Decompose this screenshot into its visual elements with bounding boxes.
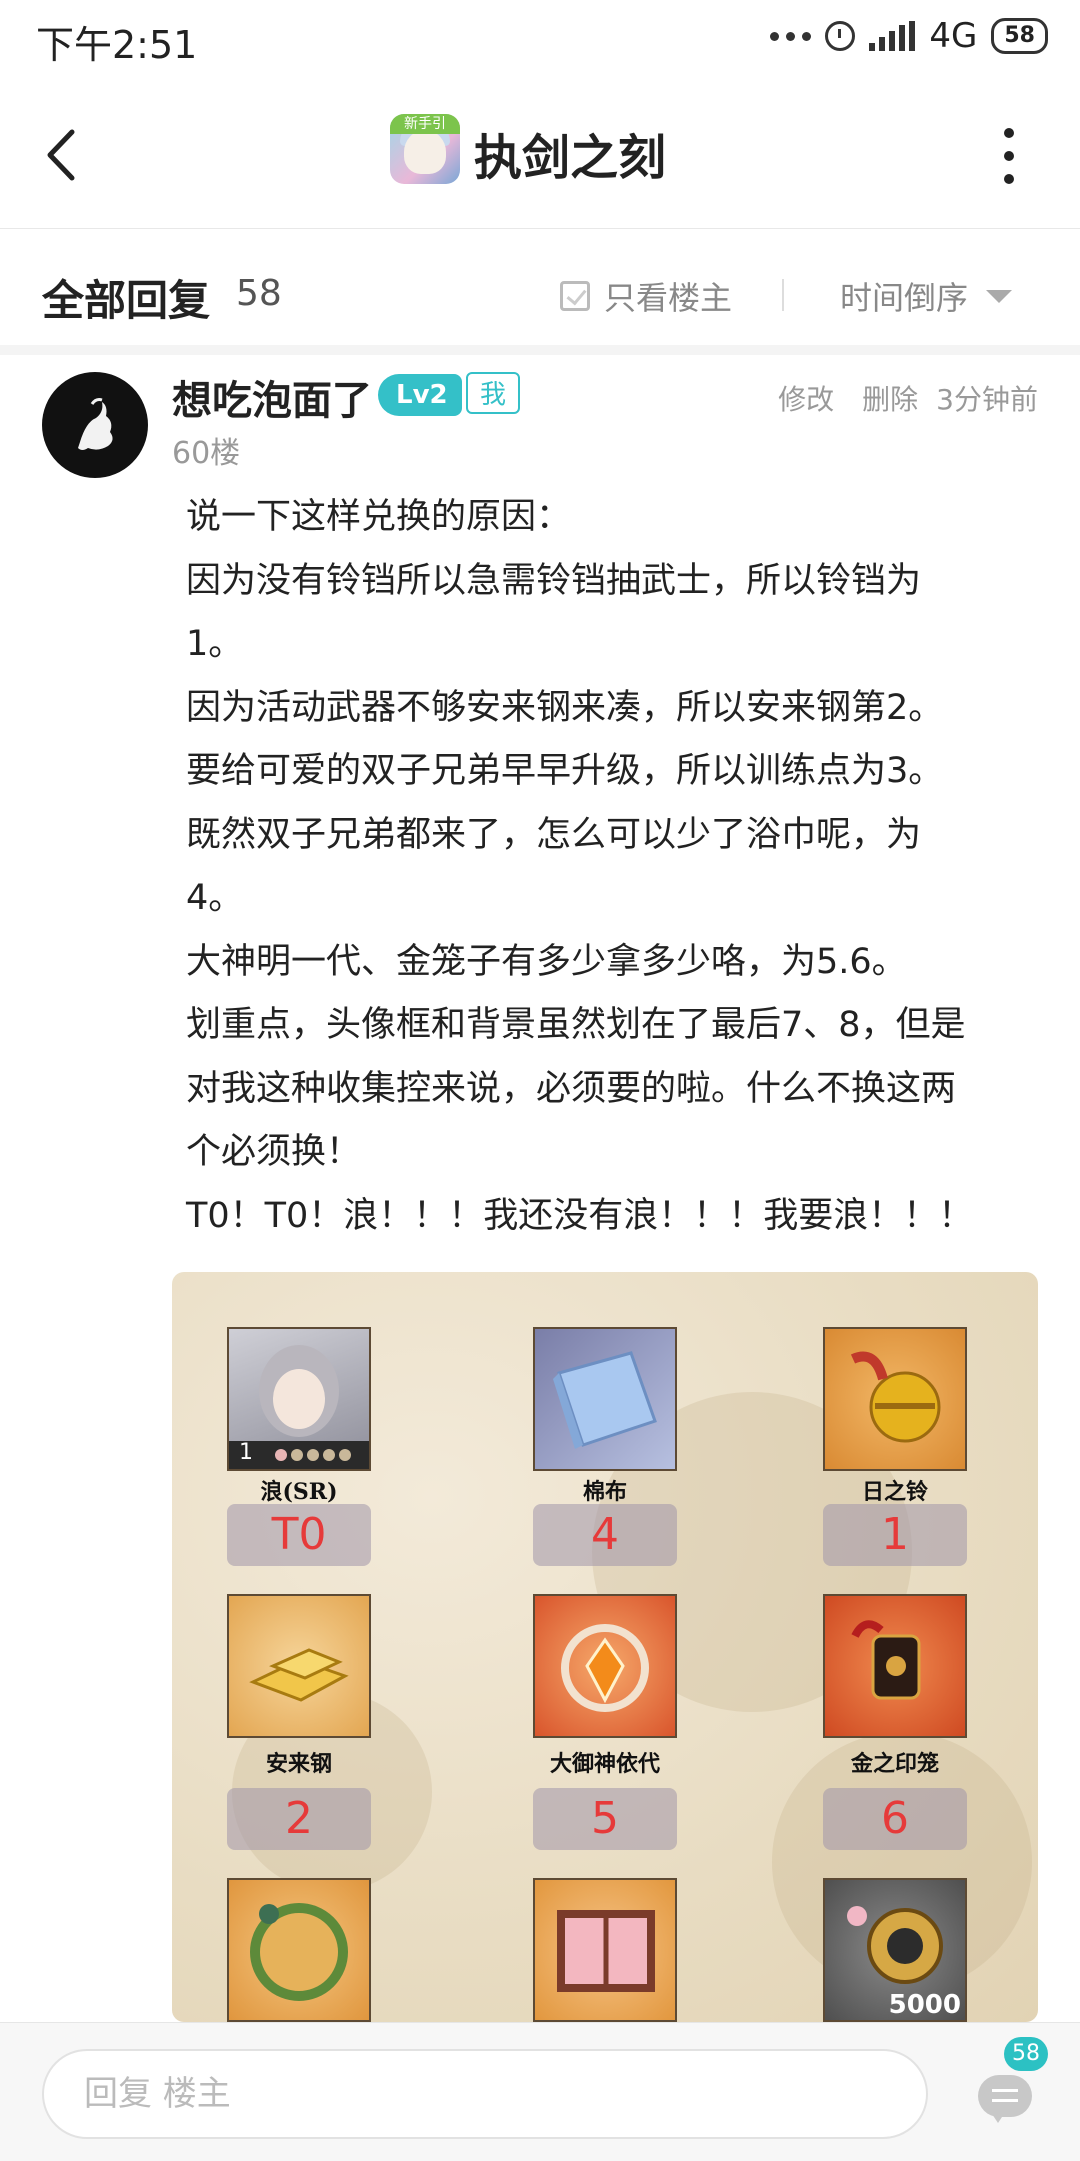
character-portrait-icon: 1 xyxy=(227,1327,371,1471)
level-badge: Lv2 xyxy=(378,374,462,416)
signal-icon xyxy=(869,21,916,51)
inro-case-icon xyxy=(823,1594,967,1738)
item-label: 日之铃 xyxy=(861,1479,928,1505)
post-line: 个必须换！ xyxy=(186,1132,362,1172)
reply-input[interactable]: 回复 楼主 xyxy=(42,2049,928,2139)
comment-icon[interactable] xyxy=(978,2075,1032,2123)
post-line: 4。 xyxy=(186,878,244,918)
reply-filter-bar: 全部回复 58 只看楼主 时间倒序 xyxy=(0,229,1080,355)
item-rank: 1 xyxy=(823,1504,967,1566)
page-title: 执剑之刻 xyxy=(474,130,667,186)
network-type: 4G xyxy=(929,16,978,56)
post-line: 因为活动武器不够安来钢来凑，所以安来钢第2。 xyxy=(186,687,944,728)
edit-button[interactable]: 修改 xyxy=(778,378,834,418)
item-label: 大御神依代 xyxy=(549,1751,660,1777)
app-icon-tag: 新手引 xyxy=(390,114,460,134)
delete-button[interactable]: 删除 xyxy=(862,378,918,418)
post-image[interactable]: 1 浪(SR) T0 棉布 4 日之铃 1 安来钢 2 大御神依代 5 金之印笼… xyxy=(172,1272,1038,2022)
item-quantity: 5000 xyxy=(888,1990,961,2020)
sort-label: 时间倒序 xyxy=(840,279,969,317)
back-icon[interactable] xyxy=(40,126,84,184)
item-label: 浪(SR) xyxy=(260,1479,338,1505)
only-op-label: 只看楼主 xyxy=(604,279,733,317)
more-notifications-icon xyxy=(770,31,812,41)
battery-icon: 58 xyxy=(991,18,1048,54)
post-line: 要给可爱的双子兄弟早早升级，所以训练点为3。 xyxy=(186,751,944,791)
status-icons: 4G 58 xyxy=(770,16,1048,56)
post-line: 既然双子兄弟都来了，怎么可以少了浴巾呢，为 xyxy=(186,814,922,855)
sort-dropdown[interactable]: 时间倒序 xyxy=(840,273,1013,319)
item-rank: 5 xyxy=(533,1788,677,1850)
post-line: 对我这种收集控来说，必须要的啦。什么不换这两 xyxy=(186,1068,957,1109)
post-line: 大神明一代、金笼子有多少拿多少咯，为5.6。 xyxy=(186,941,907,982)
item-rank: 2 xyxy=(227,1788,371,1850)
me-badge: 我 xyxy=(466,372,520,414)
game-app-icon: 新手引 xyxy=(390,114,460,184)
avatar[interactable] xyxy=(42,372,148,478)
app-header: 新手引 执剑之刻 xyxy=(0,80,1080,229)
post-actions: 修改 删除 3分钟前 xyxy=(778,378,1038,418)
window-background-icon xyxy=(533,1878,677,2022)
bell-icon xyxy=(823,1327,967,1471)
post-line: 因为没有铃铛所以急需铃铛抽武士，所以铃铛为 xyxy=(186,560,922,601)
more-options-icon[interactable] xyxy=(1002,128,1016,184)
item-label: 安来钢 xyxy=(265,1751,332,1777)
reply-count: 58 xyxy=(236,273,282,314)
gold-ingot-icon xyxy=(227,1594,371,1738)
checkbox-icon[interactable] xyxy=(560,281,590,311)
post-time: 3分钟前 xyxy=(936,383,1038,416)
post-content: 说一下这样兑换的原因： 因为没有铃铛所以急需铃铛抽武士，所以铃铛为 1。 因为活… xyxy=(186,486,1036,1248)
only-op-toggle[interactable]: 只看楼主 xyxy=(560,273,732,319)
post-line: 说一下这样兑换的原因： xyxy=(186,497,572,537)
alarm-icon xyxy=(825,21,856,51)
chevron-down-icon xyxy=(986,289,1013,303)
post-line: T0！T0！浪！！！我还没有浪！！！我要浪！！！ xyxy=(186,1195,974,1236)
item-rank: T0 xyxy=(227,1504,371,1566)
comment-count-badge: 58 xyxy=(1004,2037,1048,2071)
orange-gem-icon xyxy=(533,1594,677,1738)
bamboo-frame-icon xyxy=(227,1878,371,2022)
status-time: 下午2:51 xyxy=(36,23,198,67)
item-rank: 4 xyxy=(533,1504,677,1566)
post-line: 1。 xyxy=(186,624,244,664)
item-label: 金之印笼 xyxy=(850,1751,939,1777)
username[interactable]: 想吃泡面了 xyxy=(172,368,372,426)
item-rank: 6 xyxy=(823,1788,967,1850)
all-replies-title: 全部回复 xyxy=(42,276,211,325)
coin-icon: 5000 xyxy=(823,1878,967,2022)
towel-icon xyxy=(533,1327,677,1471)
item-label: 棉布 xyxy=(582,1479,627,1505)
bottom-reply-bar: 回复 楼主 58 xyxy=(0,2022,1080,2161)
item-level: 1 xyxy=(239,1440,253,1465)
floor-number: 60楼 xyxy=(172,436,241,471)
divider xyxy=(782,279,784,311)
post-line: 划重点，头像框和背景虽然划在了最后7、8，但是 xyxy=(186,1005,966,1045)
status-bar: 下午2:51 4G 58 xyxy=(0,0,1080,80)
